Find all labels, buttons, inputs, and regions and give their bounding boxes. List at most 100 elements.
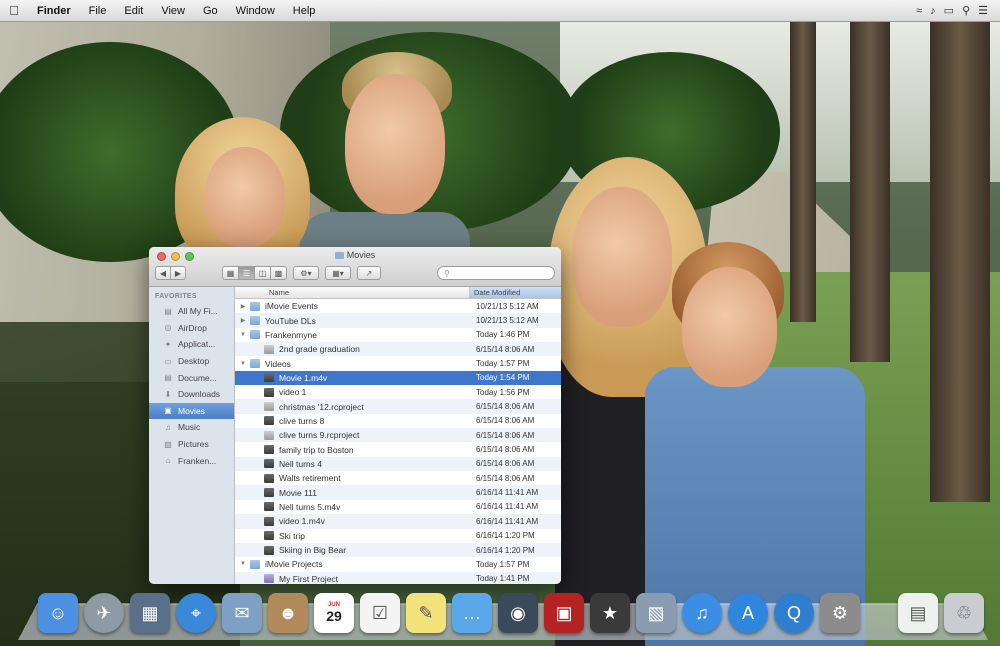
dock-facetime-icon[interactable]: ◉ [498,593,538,633]
file-name: family trip to Boston [279,444,354,455]
arrange-menu-button[interactable]: ▦▾ [325,266,351,280]
sidebar-item-movies[interactable]: ▣ Movies [149,402,234,420]
column-view-button[interactable]: ◫ [254,266,271,280]
file-row[interactable]: Ski trip 6/16/14 1:20 PM [235,529,561,543]
dock-finder-icon[interactable]: ☺ [38,593,78,633]
back-button[interactable]: ◀ [155,266,171,280]
sidebar-item-music[interactable]: ♫ Music [149,419,234,436]
sidebar-item-label: All My Fi... [178,306,218,317]
all-files-icon: ▤ [164,306,172,316]
downloads-icon: ⬇ [164,389,172,399]
apple-icon[interactable]:  [0,3,28,18]
dock-reminders-icon[interactable]: ☑ [360,593,400,633]
dock-safari-icon[interactable]: ⌖ [176,593,216,633]
file-name-cell: Nell turns 5.m4v [235,502,470,512]
file-list: Name Date Modified ▶ iMovie Events 10/21/1… [235,287,561,584]
file-row[interactable]: ▼ Videos Today 1:57 PM [235,356,561,370]
file-row[interactable]: ▼ Frankenmyne Today 1:46 PM [235,328,561,342]
dock-imovie-icon[interactable]: ★ [590,593,630,633]
file-row[interactable]: Movie 111 6/16/14 11:41 AM [235,485,561,500]
menu-file[interactable]: File [80,5,116,17]
wifi-icon[interactable]: ≈ [916,5,922,17]
list-view-button[interactable]: ☰ [238,266,255,280]
notification-icon[interactable]: ☰ [978,4,988,17]
file-row[interactable]: Movie 1.m4v Today 1:54 PM [235,370,561,386]
file-row[interactable]: ▶ YouTube DLs 10/21/13 5:12 AM [235,313,561,328]
dock-messages-icon[interactable]: … [452,593,492,633]
file-row[interactable]: christmas '12.rcproject 6/15/14 8:06 AM [235,399,561,414]
movie-file-icon [264,445,274,455]
dock-notes-icon[interactable]: ✎ [406,593,446,633]
share-button[interactable]: ↗ [357,266,381,280]
disclosure-closed-icon[interactable]: ▶ [239,303,247,310]
dock-launchpad-icon[interactable]: ✈ [84,593,124,633]
sidebar-item-desktop[interactable]: ▭ Desktop [149,353,234,370]
file-date-modified: Today 1:41 PM [476,574,530,584]
date-modified-column-header[interactable]: Date Modified [470,287,561,298]
file-row[interactable]: clive turns 8 6/15/14 8:06 AM [235,414,561,428]
name-column-header[interactable]: Name [235,287,470,298]
sidebar-item-label: AirDrop [178,322,207,333]
dock-system-preferences-icon[interactable]: ⚙ [820,593,860,633]
dock-trash-icon[interactable]: ♲ [944,593,984,633]
file-row[interactable]: My First Project Today 1:41 PM [235,571,561,584]
spotlight-icon[interactable]: ⚲ [962,4,970,17]
sidebar-item-airdrop[interactable]: ◎ AirDrop [149,320,234,337]
disclosure-open-icon[interactable]: ▼ [239,361,247,367]
sidebar-item-pictures[interactable]: ▧ Pictures [149,436,234,453]
file-row[interactable]: Skiing in Big Bear 6/16/14 1:20 PM [235,542,561,558]
volume-icon[interactable]: ♪ [930,5,936,17]
file-date-modified: 6/16/14 11:41 AM [476,516,539,526]
action-menu-button[interactable]: ⚙▾ [293,266,319,280]
menu-edit[interactable]: Edit [115,5,152,17]
file-row[interactable]: ▶ iMovie Events 10/21/13 5:12 AM [235,299,561,313]
disclosure-open-icon[interactable]: ▼ [239,332,247,338]
dock-quicktime-icon[interactable]: Q [774,593,814,633]
dock-calendar-icon[interactable]: JUN 29 [314,593,354,633]
forward-button[interactable]: ▶ [170,266,186,280]
file-name-cell: 2nd grade graduation [235,344,470,354]
window-titlebar[interactable]: Movies ◀ ▶ ▦ ☰ ◫ ▩ ⚙▾ ▦▾ ↗ ⚲ [149,247,561,287]
sidebar-item-label: Applicat... [178,339,216,350]
sidebar-item-documents[interactable]: ▤ Docume... [149,369,234,386]
dock-app-store-icon[interactable]: A [728,593,768,633]
dock-document-icon[interactable]: ▤ [898,593,938,633]
file-row[interactable]: ▼ iMovie Projects Today 1:57 PM [235,557,561,571]
disclosure-closed-icon[interactable]: ▶ [239,317,247,324]
file-row[interactable]: Walts retirement 6/15/14 8:06 AM [235,471,561,485]
file-date-modified: 6/15/14 8:06 AM [476,430,535,440]
cover-flow-button[interactable]: ▩ [270,266,287,280]
file-row[interactable]: Nell turns 4 6/15/14 8:06 AM [235,456,561,472]
movie-file-icon [264,459,274,469]
sidebar-item-all-files[interactable]: ▤ All My Fi... [149,303,234,320]
sidebar-item-downloads[interactable]: ⬇ Downloads [149,386,234,403]
menu-window[interactable]: Window [227,5,284,17]
menu-view[interactable]: View [152,5,194,17]
dock-contacts-icon[interactable]: ☻ [268,593,308,633]
icon-view-button[interactable]: ▦ [222,266,239,280]
file-row[interactable]: video 1.m4v 6/16/14 11:41 AM [235,514,561,529]
disclosure-open-icon[interactable]: ▼ [239,561,247,567]
dock-iphoto-icon[interactable]: ▧ [636,593,676,633]
file-row[interactable]: video 1 Today 1:56 PM [235,385,561,399]
file-row[interactable]: 2nd grade graduation 6/15/14 8:06 AM [235,342,561,357]
sidebar-item-home[interactable]: ⌂ Franken... [149,452,234,469]
pictures-icon: ▧ [164,439,172,449]
battery-icon[interactable]: ▭ [944,4,954,17]
dock-mission-control-icon[interactable]: ▦ [130,593,170,633]
file-date-modified: Today 1:57 PM [476,359,530,369]
file-row[interactable]: clive turns 9.rcproject 6/15/14 8:06 AM [235,428,561,443]
file-name: iMovie Projects [265,559,323,570]
file-name: Movie 111 [279,487,317,498]
search-field[interactable]: ⚲ [437,266,555,280]
dock-itunes-icon[interactable]: ♫ [682,593,722,633]
menu-finder[interactable]: Finder [28,5,80,17]
menu-go[interactable]: Go [194,5,227,17]
dock-photo-booth-icon[interactable]: ▣ [544,593,584,633]
sidebar-item-applications[interactable]: ✦ Applicat... [149,336,234,353]
file-row[interactable]: Nell turns 5.m4v 6/16/14 11:41 AM [235,500,561,514]
file-date-modified: Today 1:56 PM [476,387,530,397]
file-row[interactable]: family trip to Boston 6/15/14 8:06 AM [235,442,561,456]
dock-mail-icon[interactable]: ✉ [222,593,262,633]
menu-help[interactable]: Help [284,5,325,17]
